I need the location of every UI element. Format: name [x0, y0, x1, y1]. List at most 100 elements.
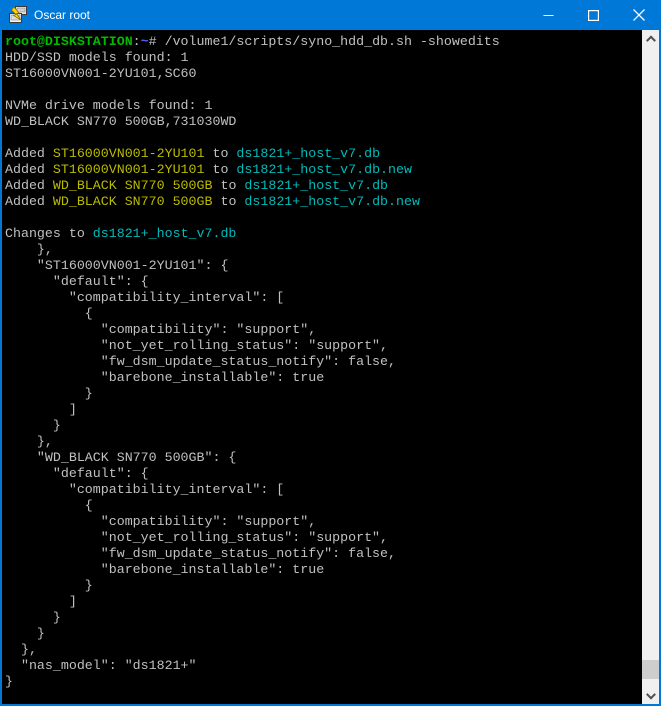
terminal-text-segment: :	[133, 34, 141, 49]
terminal-text-segment: ST16000VN001-2YU101	[53, 162, 205, 177]
terminal-text-segment: ds1821+_host_v7.db	[236, 146, 380, 161]
terminal-line: "barebone_installable": true	[5, 370, 642, 386]
terminal-text-segment: },	[5, 434, 53, 449]
terminal-text-segment: }	[5, 674, 13, 689]
terminal-text-segment: WD_BLACK SN770 500GB,731030WD	[5, 114, 236, 129]
terminal-line: NVMe drive models found: 1	[5, 98, 642, 114]
terminal-text-segment: },	[5, 242, 53, 257]
terminal-text-segment: }	[5, 626, 45, 641]
minimize-button[interactable]	[526, 0, 571, 30]
terminal-line: }	[5, 578, 642, 594]
terminal-text-segment: "fw_dsm_update_status_notify": false,	[5, 354, 396, 369]
terminal-line: "fw_dsm_update_status_notify": false,	[5, 546, 642, 562]
terminal-text-segment: {	[5, 498, 93, 513]
window-title: Oscar root	[34, 8, 526, 22]
terminal-line: "WD_BLACK SN770 500GB": {	[5, 450, 642, 466]
terminal-line: ST16000VN001-2YU101,SC60	[5, 66, 642, 82]
titlebar[interactable]: Oscar root	[0, 0, 661, 30]
terminal-line: root@DISKSTATION:~# /volume1/scripts/syn…	[5, 34, 642, 50]
terminal-line: }	[5, 674, 642, 690]
terminal-text-segment: "not_yet_rolling_status": "support",	[5, 338, 388, 353]
terminal-line: "compatibility_interval": [	[5, 482, 642, 498]
scrollbar[interactable]	[642, 30, 659, 704]
terminal-line: "compatibility": "support",	[5, 322, 642, 338]
terminal-text-segment: "barebone_installable": true	[5, 562, 324, 577]
terminal-line: "compatibility": "support",	[5, 514, 642, 530]
terminal-line: },	[5, 242, 642, 258]
terminal-text-segment: "compatibility_interval": [	[5, 290, 284, 305]
terminal-line: "fw_dsm_update_status_notify": false,	[5, 354, 642, 370]
terminal-line	[5, 210, 642, 226]
terminal-text-segment: Added	[5, 146, 53, 161]
terminal-line: "not_yet_rolling_status": "support",	[5, 338, 642, 354]
terminal-line: {	[5, 306, 642, 322]
terminal-line: {	[5, 498, 642, 514]
terminal-text-segment: ds1821+_host_v7.db.new	[244, 194, 420, 209]
terminal-line: "compatibility_interval": [	[5, 290, 642, 306]
terminal-line: ]	[5, 594, 642, 610]
terminal-text-segment: "fw_dsm_update_status_notify": false,	[5, 546, 396, 561]
terminal-line: "barebone_installable": true	[5, 562, 642, 578]
terminal-text-segment: ]	[5, 402, 77, 417]
terminal-text-segment: WD_BLACK SN770 500GB	[53, 194, 213, 209]
terminal-text-segment: NVMe drive models found: 1	[5, 98, 212, 113]
terminal-text-segment: {	[5, 306, 93, 321]
terminal-text-segment: }	[5, 610, 61, 625]
terminal-text-segment: "compatibility_interval": [	[5, 482, 284, 497]
terminal-text-segment: ds1821+_host_v7.db	[93, 226, 237, 241]
maximize-button[interactable]	[571, 0, 616, 30]
terminal-line: "nas_model": "ds1821+"	[5, 658, 642, 674]
terminal-text-segment: ds1821+_host_v7.db.new	[236, 162, 412, 177]
terminal-text-segment: "compatibility": "support",	[5, 514, 316, 529]
terminal-text-segment: to	[205, 146, 237, 161]
putty-window: Oscar root root@DISKSTATION:~# /volume1/…	[0, 0, 661, 706]
terminal-text-segment: Added	[5, 194, 53, 209]
terminal-text-segment: }	[5, 578, 93, 593]
terminal-text-segment: "nas_model": "ds1821+"	[5, 658, 197, 673]
terminal-text-segment: root@DISKSTATION	[5, 34, 133, 49]
terminal-text-segment: "ST16000VN001-2YU101": {	[5, 258, 228, 273]
scrollbar-track[interactable]	[642, 47, 659, 687]
terminal-line: Added WD_BLACK SN770 500GB to ds1821+_ho…	[5, 178, 642, 194]
terminal-text-segment: Changes to	[5, 226, 93, 241]
terminal-text-segment: }	[5, 386, 93, 401]
terminal-line	[5, 82, 642, 98]
scroll-down-arrow-icon[interactable]	[642, 687, 659, 704]
terminal-line: }	[5, 418, 642, 434]
terminal-line: HDD/SSD models found: 1	[5, 50, 642, 66]
terminal-text-segment: "not_yet_rolling_status": "support",	[5, 530, 388, 545]
terminal-text-segment: Added	[5, 162, 53, 177]
terminal-line: Added ST16000VN001-2YU101 to ds1821+_hos…	[5, 162, 642, 178]
terminal-line: }	[5, 610, 642, 626]
scrollbar-thumb[interactable]	[642, 660, 659, 679]
close-button[interactable]	[616, 0, 661, 30]
terminal-text-segment: },	[5, 642, 37, 657]
terminal-line: "default": {	[5, 466, 642, 482]
scroll-up-arrow-icon[interactable]	[642, 30, 659, 47]
terminal-line: Changes to ds1821+_host_v7.db	[5, 226, 642, 242]
terminal-text-segment: Added	[5, 178, 53, 193]
terminal-text-segment: ds1821+_host_v7.db	[244, 178, 388, 193]
terminal-text-segment: "WD_BLACK SN770 500GB": {	[5, 450, 236, 465]
terminal-line: }	[5, 386, 642, 402]
terminal-output[interactable]: root@DISKSTATION:~# /volume1/scripts/syn…	[2, 30, 642, 704]
terminal-text-segment: ~	[141, 34, 149, 49]
terminal-text-segment: to	[212, 178, 244, 193]
terminal-line: },	[5, 642, 642, 658]
terminal-text-segment: # /volume1/scripts/syno_hdd_db.sh -showe…	[149, 34, 500, 49]
terminal-text-segment: "default": {	[5, 274, 149, 289]
terminal-line: }	[5, 626, 642, 642]
terminal-line: "not_yet_rolling_status": "support",	[5, 530, 642, 546]
terminal-line: "ST16000VN001-2YU101": {	[5, 258, 642, 274]
terminal-line: Added ST16000VN001-2YU101 to ds1821+_hos…	[5, 146, 642, 162]
terminal-text-segment: "default": {	[5, 466, 149, 481]
terminal-text-segment: ST16000VN001-2YU101,SC60	[5, 66, 197, 81]
terminal-text-segment: ST16000VN001-2YU101	[53, 146, 205, 161]
terminal-text-segment: "barebone_installable": true	[5, 370, 324, 385]
terminal-text-segment: to	[212, 194, 244, 209]
terminal-text-segment: }	[5, 418, 61, 433]
terminal-text-segment: HDD/SSD models found: 1	[5, 50, 189, 65]
terminal-text-segment: to	[205, 162, 237, 177]
terminal-line: "default": {	[5, 274, 642, 290]
terminal-text-segment: "compatibility": "support",	[5, 322, 316, 337]
